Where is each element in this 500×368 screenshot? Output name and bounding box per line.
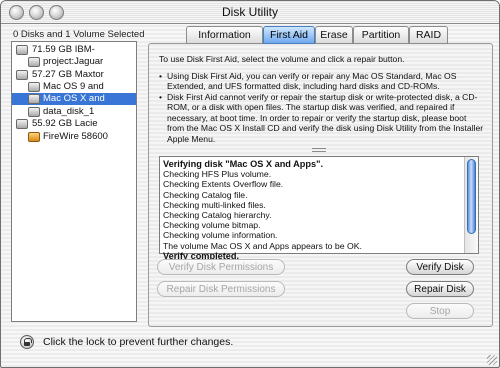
log-scroll-thumb[interactable]: [467, 159, 476, 234]
volume-list[interactable]: 71.59 GB IBM- project:Jaguar 57.27 GB Ma…: [11, 41, 137, 322]
splitter-handle[interactable]: [312, 148, 326, 154]
log-line: Checking Extents Overflow file.: [163, 179, 284, 190]
window-title: Disk Utility: [222, 5, 278, 19]
log-line: Checking Catalog hierarchy.: [163, 210, 272, 221]
first-aid-pane: To use Disk First Aid, select the volume…: [148, 43, 493, 327]
selection-info: 0 Disks and 1 Volume Selected: [13, 29, 145, 40]
repair-disk-permissions-button[interactable]: Repair Disk Permissions: [157, 281, 285, 297]
volume-icon: [28, 107, 40, 117]
log-line: Verifying disk "Mac OS X and Apps".: [163, 159, 324, 169]
instruction-bullet: Disk First Aid cannot verify or repair t…: [159, 92, 484, 145]
instruction-bullets: Using Disk First Aid, you can verify or …: [159, 71, 484, 145]
log-line: Checking HFS Plus volume.: [163, 169, 272, 180]
lock-icon[interactable]: [20, 335, 34, 349]
volume-label: project:Jaguar: [43, 56, 104, 67]
volume-label: data_disk_1: [43, 106, 95, 117]
repair-disk-button[interactable]: Repair Disk: [406, 281, 474, 297]
first-aid-instructions: To use Disk First Aid, select the volume…: [159, 54, 484, 144]
tab-partition[interactable]: Partition: [353, 26, 409, 44]
volume-item[interactable]: 55.92 GB Lacie: [12, 118, 136, 130]
volume-item-selected[interactable]: Mac OS X and: [12, 93, 136, 105]
first-aid-log: Verifying disk "Mac OS X and Apps". Chec…: [159, 156, 479, 261]
verify-disk-button[interactable]: Verify Disk: [406, 259, 474, 275]
bottom-bar: Click the lock to prevent further change…: [1, 331, 499, 367]
volume-label: Mac OS 9 and: [43, 81, 104, 92]
hard-disk-icon: [16, 70, 28, 80]
volume-icon: [28, 82, 40, 92]
instruction-bullet: Using Disk First Aid, you can verify or …: [159, 71, 484, 92]
volume-item[interactable]: FireWire 58600: [12, 131, 136, 143]
hard-disk-icon: [16, 119, 28, 129]
lock-body: [24, 342, 30, 346]
hard-disk-icon: [16, 45, 28, 55]
instruction-text: To use Disk First Aid, select the volume…: [159, 54, 405, 64]
volume-label: 55.92 GB Lacie: [32, 118, 98, 129]
volume-label: 57.27 GB Maxtor: [32, 69, 104, 80]
log-line: Checking volume information.: [163, 230, 278, 241]
volume-item[interactable]: 71.59 GB IBM-: [12, 44, 136, 56]
volume-icon: [28, 57, 40, 67]
firewire-disk-icon: [28, 132, 40, 142]
volume-label: FireWire 58600: [43, 131, 108, 142]
log-lines: Verifying disk "Mac OS X and Apps". Chec…: [163, 159, 462, 261]
volume-item[interactable]: 57.27 GB Maxtor: [12, 69, 136, 81]
tab-information[interactable]: Information: [186, 26, 263, 44]
stop-button[interactable]: Stop: [406, 303, 474, 319]
tab-first-aid[interactable]: First Aid: [263, 26, 315, 44]
log-line: Checking volume bitmap.: [163, 220, 261, 231]
verify-disk-permissions-button[interactable]: Verify Disk Permissions: [157, 259, 285, 275]
tab-erase[interactable]: Erase: [315, 26, 353, 44]
title-bar[interactable]: Disk Utility: [1, 1, 499, 24]
volume-item[interactable]: project:Jaguar: [12, 56, 136, 68]
disk-utility-window: Disk Utility 0 Disks and 1 Volume Select…: [0, 0, 500, 368]
volume-label: 71.59 GB IBM-: [32, 44, 95, 55]
volume-item[interactable]: data_disk_1: [12, 106, 136, 118]
volume-item[interactable]: Mac OS 9 and: [12, 81, 136, 93]
log-scrollbar[interactable]: [464, 157, 478, 253]
volume-icon: [28, 94, 40, 104]
lock-message: Click the lock to prevent further change…: [43, 336, 234, 348]
log-line: Checking multi-linked files.: [163, 199, 266, 210]
volume-label: Mac OS X and: [43, 93, 105, 104]
resize-grip-icon[interactable]: [487, 355, 497, 365]
log-line: The volume Mac OS X and Apps appears to …: [163, 240, 362, 251]
log-line: Checking Catalog file.: [163, 189, 248, 200]
tab-raid[interactable]: RAID: [409, 26, 448, 44]
